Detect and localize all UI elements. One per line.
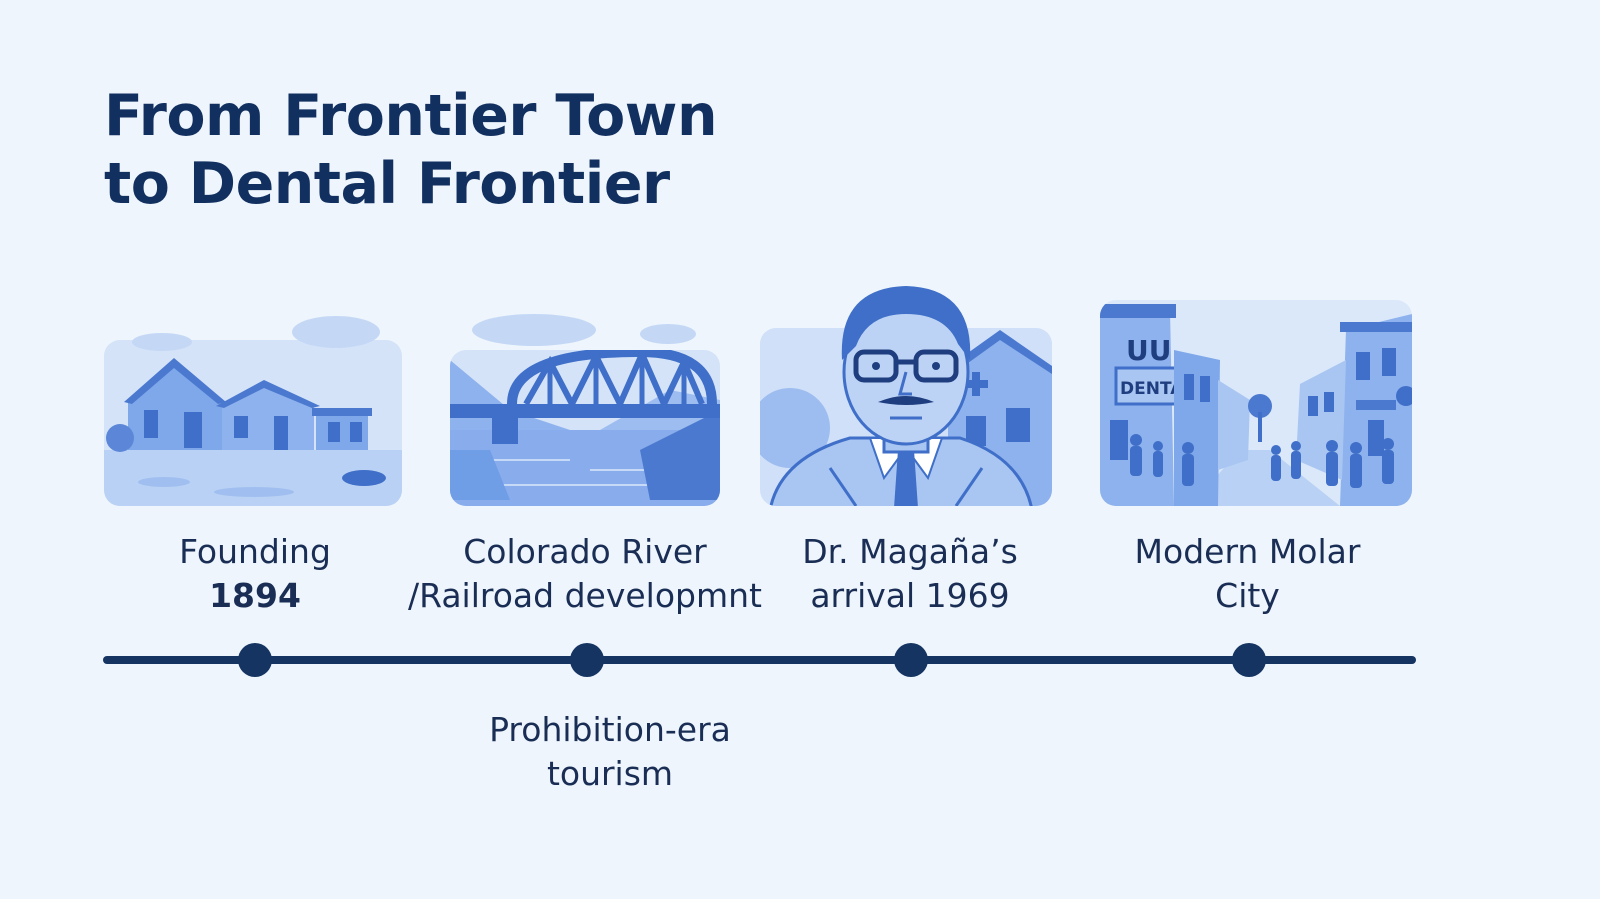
railroad-bridge-illustration [450,300,720,510]
title-line-2: to Dental Frontier [104,151,670,217]
event-label-line-2: 1894 [209,576,301,615]
dental-sign-top: UU [1126,334,1171,367]
event-label-prohibition-tourism: Prohibition-era tourism [440,708,780,796]
frontier-town-illustration [104,300,402,510]
title-line-1: From Frontier Town [104,83,718,149]
event-label-magana-arrival: Dr. Magaña’s arrival 1969 [790,530,1030,618]
event-label-line-1: Dr. Magaña’s [802,532,1018,571]
event-label-line-1: Colorado River [463,532,707,571]
event-label-founding: Founding 1894 [155,530,355,618]
timeline-marker-founding [238,643,272,677]
timeline-marker-modern-molar-city [1232,643,1266,677]
event-label-modern-molar-city: Modern Molar City [1115,530,1380,618]
event-label-line-1: Prohibition-era [489,710,731,749]
event-label-line-2: /Railroad developmnt [408,576,762,615]
event-label-line-2: arrival 1969 [810,576,1010,615]
event-label-line-1: Modern Molar [1134,532,1361,571]
event-label-railroad: Colorado River /Railroad developmnt [405,530,765,618]
event-label-line-2: City [1215,576,1280,615]
modern-street-illustration: UU DENTAL [1100,300,1412,510]
timeline-marker-railroad [570,643,604,677]
event-label-line-2: tourism [546,754,674,793]
timeline-marker-magana-arrival [894,643,928,677]
page-title: From Frontier Town to Dental Frontier [104,82,864,218]
dentist-portrait-illustration [760,268,1052,510]
event-label-line-1: Founding [179,532,331,571]
